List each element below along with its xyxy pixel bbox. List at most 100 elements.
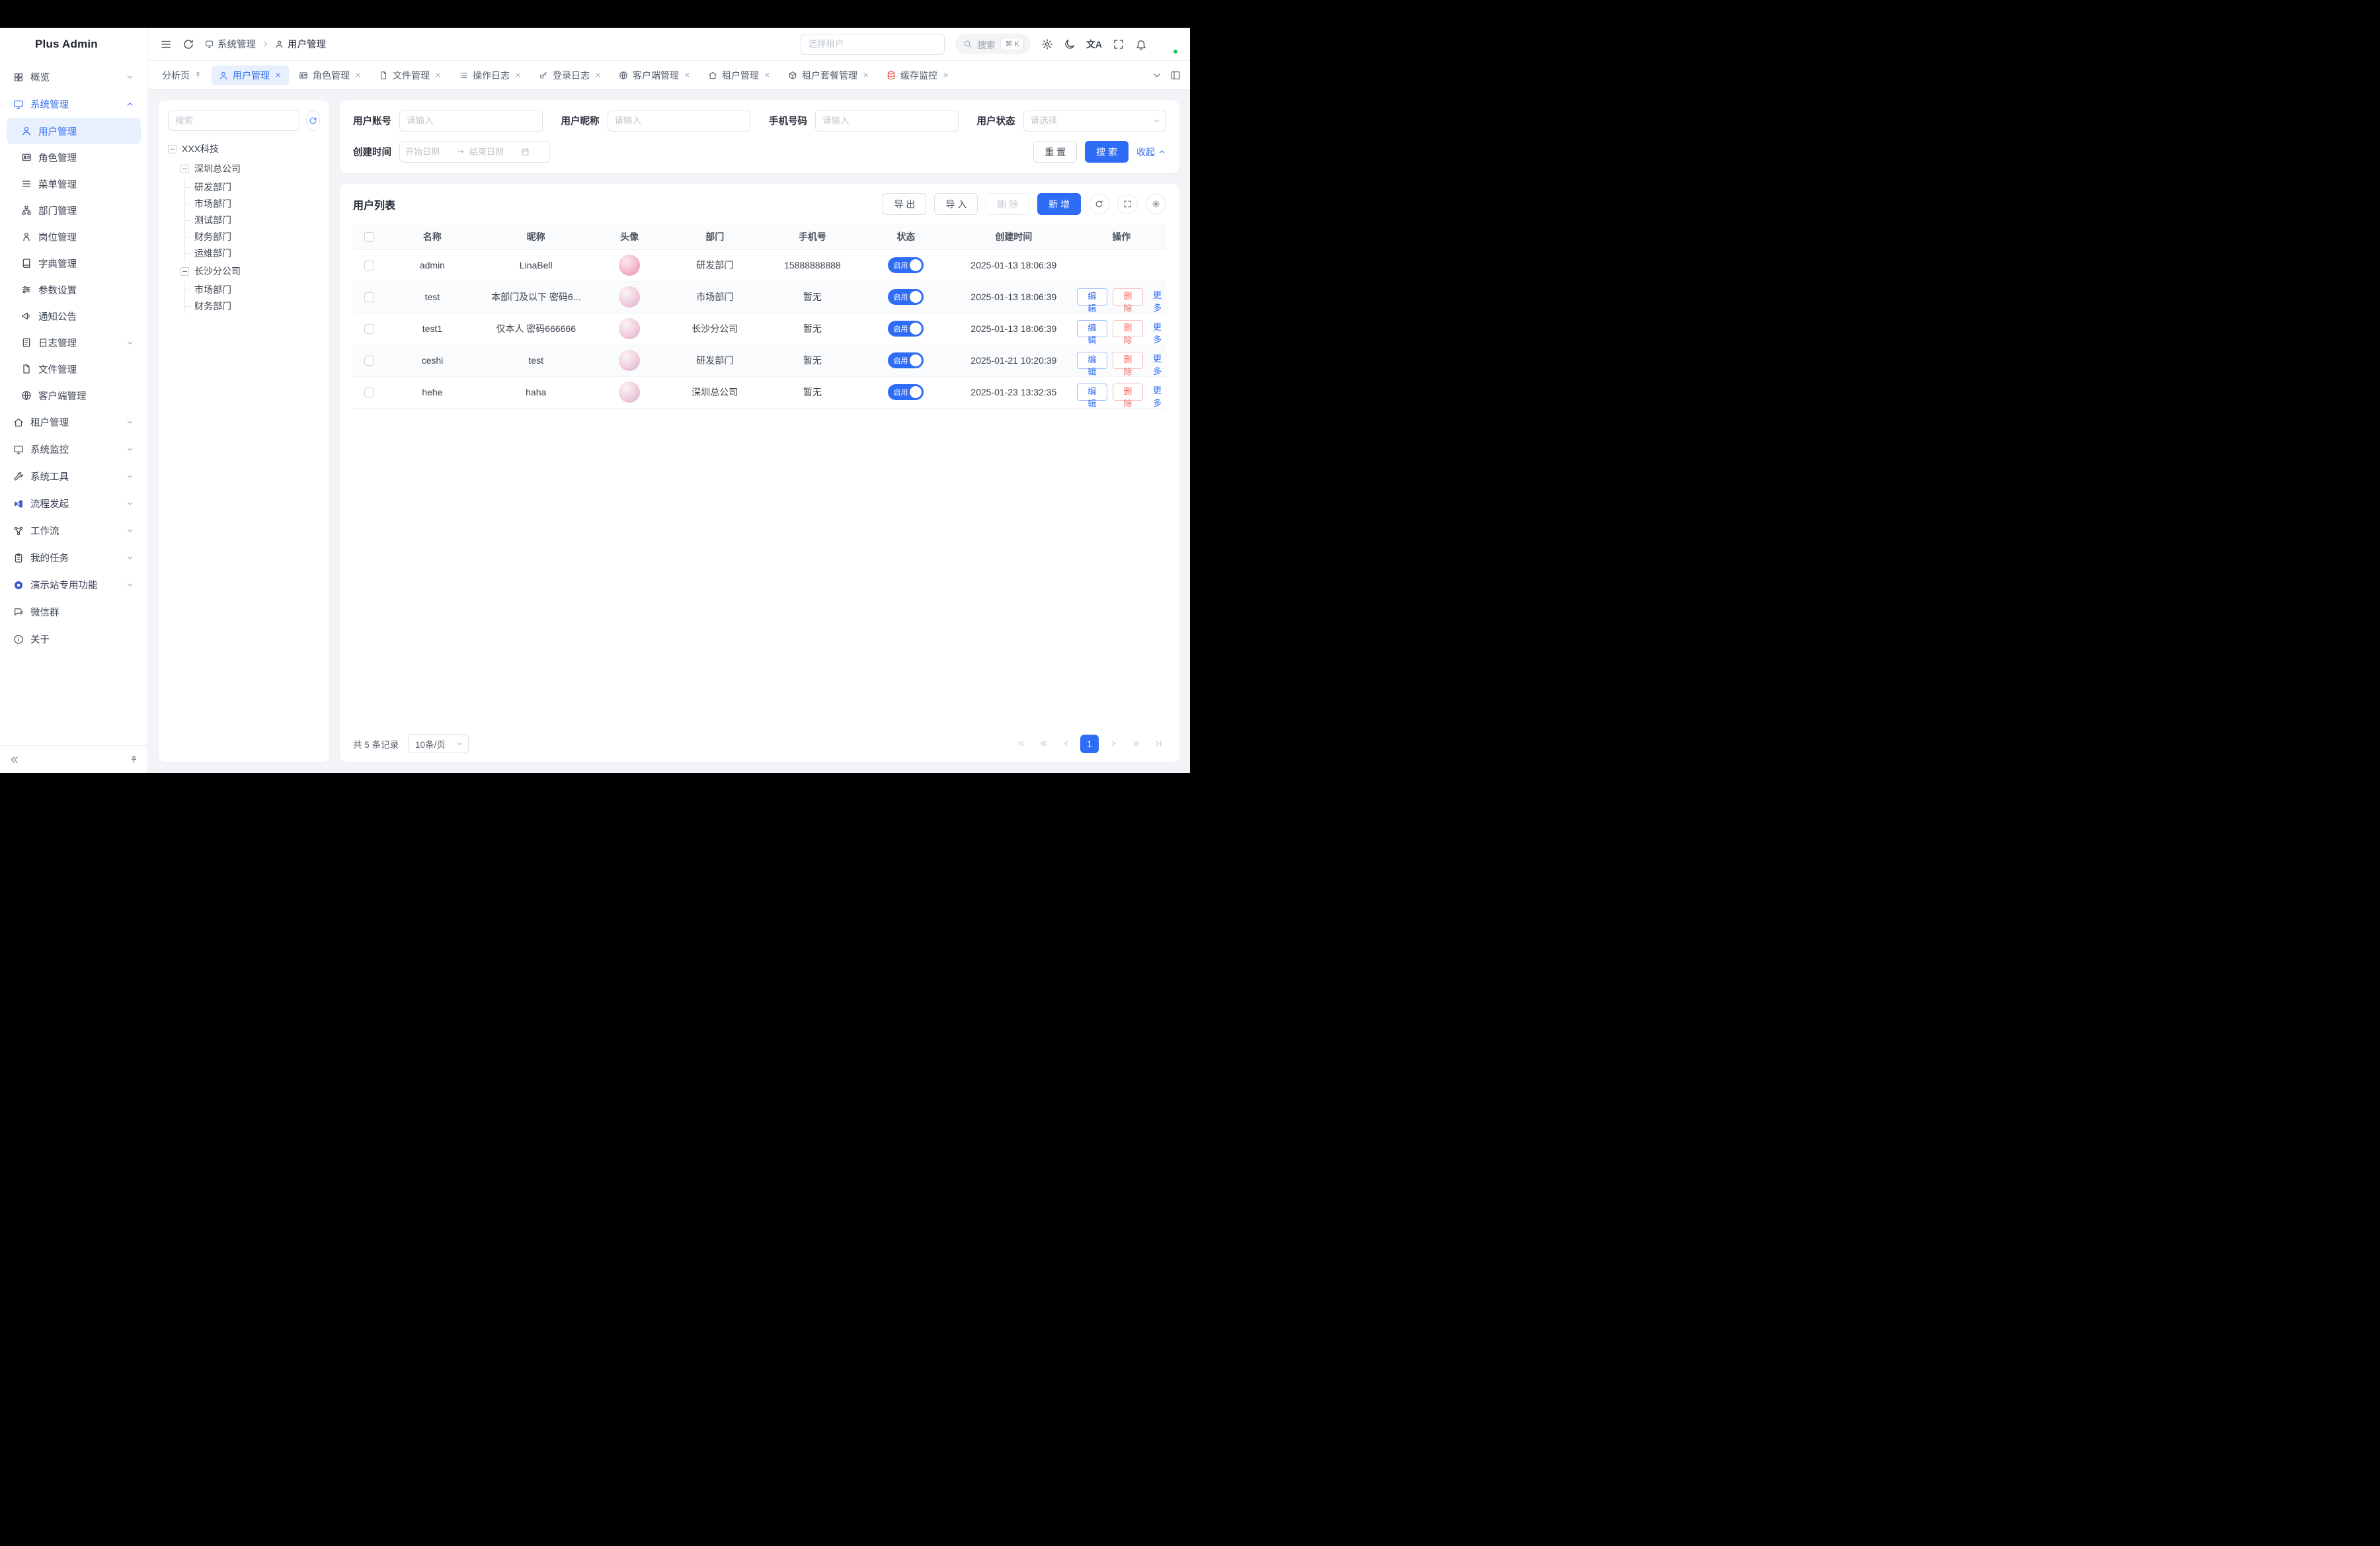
tab-login-log[interactable]: 登录日志 [532, 65, 609, 85]
select-all-checkbox[interactable] [364, 232, 374, 242]
sidebar-item-demo-features[interactable]: 演示站专用功能 [7, 571, 141, 598]
tree-refresh-button[interactable] [306, 110, 320, 131]
table-refresh-button[interactable] [1089, 194, 1109, 214]
tabs-dropdown-chevron-icon[interactable] [1152, 70, 1162, 81]
edit-button[interactable]: 编 辑 [1077, 320, 1107, 337]
delete-row-button[interactable]: 删 除 [1113, 288, 1143, 305]
row-checkbox[interactable] [364, 387, 374, 397]
page-size-select[interactable]: 10条/页 [408, 734, 469, 753]
sidebar-item-flow-start[interactable]: 流程发起 [7, 490, 141, 517]
close-icon[interactable] [514, 71, 522, 79]
settings-gear-icon[interactable] [1041, 38, 1053, 50]
pin-icon[interactable] [194, 71, 202, 79]
sidebar-item-system-monitor[interactable]: 系统监控 [7, 436, 141, 463]
collapse-sidebar-icon[interactable] [9, 754, 20, 765]
more-button[interactable]: 更多 [1148, 352, 1166, 369]
row-checkbox[interactable] [364, 292, 374, 302]
pin-sidebar-icon[interactable] [130, 755, 138, 764]
tree-collapse-toggle[interactable] [180, 165, 189, 173]
refresh-page-icon[interactable] [182, 38, 194, 50]
tree-node-dept[interactable]: 运维部门 [185, 245, 320, 261]
sidebar-item-file-management[interactable]: 文件管理 [7, 356, 141, 382]
status-toggle[interactable]: 启用 [888, 257, 924, 273]
next-page-button[interactable] [1105, 736, 1121, 752]
tree-collapse-toggle[interactable] [180, 267, 189, 276]
tree-node-root[interactable]: XXX科技 [168, 139, 320, 159]
tree-node-dept[interactable]: 测试部门 [185, 212, 320, 228]
date-start-input[interactable] [405, 147, 453, 157]
tab-client-management[interactable]: 客户端管理 [612, 65, 698, 85]
last-page-button[interactable] [1150, 736, 1166, 752]
sidebar-item-role-management[interactable]: 角色管理 [7, 144, 141, 171]
add-button[interactable]: 新 增 [1037, 193, 1081, 215]
prev-page-button[interactable] [1058, 736, 1074, 752]
sidebar-item-system-tools[interactable]: 系统工具 [7, 463, 141, 490]
status-toggle[interactable]: 启用 [888, 289, 924, 305]
status-toggle[interactable]: 启用 [888, 321, 924, 337]
tree-node-dept[interactable]: 市场部门 [185, 195, 320, 212]
tab-user-management[interactable]: 用户管理 [212, 65, 289, 85]
export-button[interactable]: 导 出 [883, 193, 926, 215]
sidebar-item-param-settings[interactable]: 参数设置 [7, 276, 141, 303]
date-range-picker[interactable] [399, 141, 550, 163]
tree-search-input[interactable] [168, 110, 299, 131]
edit-button[interactable]: 编 辑 [1077, 352, 1107, 369]
tenant-select-input[interactable] [801, 34, 945, 55]
jump-back-button[interactable] [1035, 736, 1051, 752]
delete-row-button[interactable]: 删 除 [1113, 384, 1143, 401]
edit-button[interactable]: 编 辑 [1077, 384, 1107, 401]
reset-button[interactable]: 重 置 [1033, 141, 1077, 163]
tab-tenant-package[interactable]: 租户套餐管理 [781, 65, 877, 85]
sidebar-item-my-tasks[interactable]: 我的任务 [7, 544, 141, 571]
notifications-bell-icon[interactable] [1135, 38, 1147, 50]
status-select-input[interactable] [1023, 110, 1167, 132]
account-input[interactable] [399, 110, 543, 132]
collapse-filters-link[interactable]: 收起 [1136, 145, 1166, 159]
hamburger-icon[interactable] [160, 38, 172, 50]
jump-forward-button[interactable] [1128, 736, 1144, 752]
status-select[interactable] [1023, 110, 1167, 132]
delete-row-button[interactable]: 删 除 [1113, 352, 1143, 369]
table-settings-button[interactable] [1146, 194, 1166, 214]
sidebar-item-overview[interactable]: 概览 [7, 63, 141, 91]
sidebar-item-notice[interactable]: 通知公告 [7, 303, 141, 329]
tree-node-dept[interactable]: 财务部门 [185, 228, 320, 245]
more-button[interactable]: 更多 [1148, 320, 1166, 337]
delete-button[interactable]: 删 除 [986, 193, 1029, 215]
dark-mode-moon-icon[interactable] [1064, 38, 1076, 50]
more-button[interactable]: 更多 [1148, 384, 1166, 401]
language-translate-icon[interactable]: 文A [1086, 38, 1102, 51]
row-checkbox[interactable] [364, 261, 374, 270]
close-icon[interactable] [354, 71, 362, 79]
close-icon[interactable] [764, 71, 771, 79]
global-search[interactable]: 搜索 ⌘ K [955, 34, 1030, 54]
sidebar-item-dict-management[interactable]: 字典管理 [7, 250, 141, 276]
page-number-button[interactable]: 1 [1080, 735, 1099, 753]
tree-collapse-toggle[interactable] [168, 145, 177, 153]
status-toggle[interactable]: 启用 [888, 352, 924, 368]
search-button[interactable]: 搜 索 [1085, 141, 1129, 163]
close-icon[interactable] [274, 71, 282, 79]
row-checkbox[interactable] [364, 324, 374, 334]
sidebar-item-system[interactable]: 系统管理 [7, 91, 141, 118]
tab-analysis[interactable]: 分析页 [155, 65, 209, 85]
sidebar-item-client-management[interactable]: 客户端管理 [7, 382, 141, 409]
nickname-input[interactable] [608, 110, 751, 132]
layout-panels-icon[interactable] [1170, 70, 1181, 81]
sidebar-item-tenant-management[interactable]: 租户管理 [7, 409, 141, 436]
status-toggle[interactable]: 启用 [888, 384, 924, 400]
breadcrumb-current[interactable]: 用户管理 [275, 37, 326, 51]
sidebar-item-menu-management[interactable]: 菜单管理 [7, 171, 141, 197]
date-end-input[interactable] [469, 147, 517, 157]
sidebar-item-wechat-group[interactable]: 微信群 [7, 598, 141, 626]
close-icon[interactable] [942, 71, 949, 79]
edit-button[interactable]: 编 辑 [1077, 288, 1107, 305]
close-icon[interactable] [684, 71, 691, 79]
sidebar-item-dept-management[interactable]: 部门管理 [7, 197, 141, 224]
sidebar-item-user-management[interactable]: 用户管理 [7, 118, 141, 144]
delete-row-button[interactable]: 删 除 [1113, 320, 1143, 337]
tree-node-company1[interactable]: 深圳总公司 [180, 159, 320, 179]
sidebar-item-about[interactable]: 关于 [7, 626, 141, 653]
tree-node-company2[interactable]: 长沙分公司 [180, 261, 320, 281]
close-icon[interactable] [434, 71, 442, 79]
